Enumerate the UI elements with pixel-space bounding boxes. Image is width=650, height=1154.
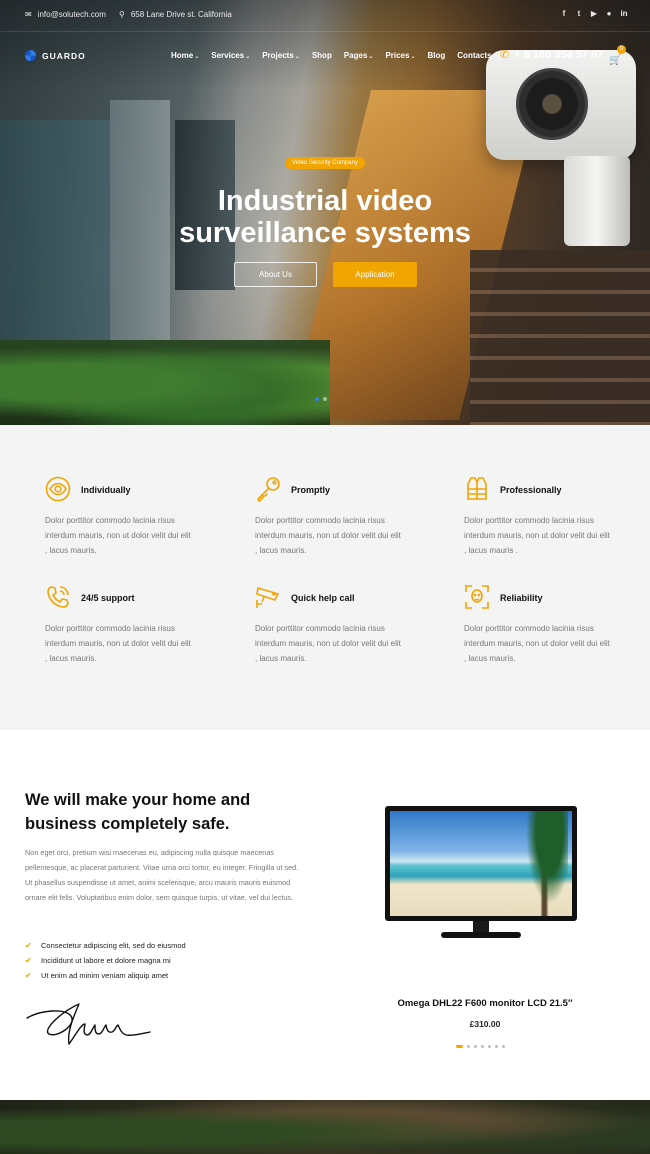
application-button[interactable]: Application [333,262,417,287]
site-logo[interactable]: GUARDO [25,50,86,61]
slider-dot[interactable] [456,1045,463,1048]
nav-item-prices[interactable]: Prices⌄ [385,51,415,60]
logo-icon [25,50,36,61]
features-section: Individually Dolor porttitor commodo lac… [0,425,650,730]
main-navbar: GUARDO Home⌄ Services⌄ Projects⌄ Shop Pa… [0,32,650,80]
slider-dot[interactable] [502,1045,505,1048]
cart-button[interactable]: 🛒 0 [609,45,626,68]
check-icon: ✔ [25,941,32,950]
hero-bg-plants [0,340,330,425]
cctv-camera-icon [255,584,281,610]
nav-item-projects[interactable]: Projects⌄ [262,51,300,60]
vest-icon [464,476,490,502]
address-info: ⚲ 658 Lane Drive st. California [119,10,232,19]
phone-icon: ✆ [500,49,510,61]
hero-tag: Video Security Company [285,157,365,169]
feature-text: Dolor porttitor commodo lacinia risus in… [255,624,401,663]
face-scan-icon [464,584,490,610]
nav-item-services[interactable]: Services⌄ [211,51,250,60]
github-icon[interactable]: ● [605,10,613,18]
product-name[interactable]: Omega DHL22 F600 monitor LCD 21.5″ [340,998,630,1009]
product-slider-dots [456,1045,505,1048]
location-pin-icon: ⚲ [119,10,125,19]
product-price: £310.00 [469,1019,501,1029]
key-icon [255,476,281,503]
social-links: f t ▶ ● in [560,10,628,18]
feature-text: Dolor porttitor commodo lacinia risus in… [45,516,191,555]
linkedin-icon[interactable]: in [620,10,628,18]
list-item: ✔ Consectetur adipiscing elit, sed do eiu… [25,941,186,950]
email-text: info@solutech.com [37,10,106,19]
signature-image [26,1003,151,1045]
slider-dot[interactable] [495,1045,498,1048]
hero-title: Industrial video surveillance systems [179,185,471,249]
logo-text: GUARDO [42,50,86,61]
eye-icon [45,476,71,502]
nav-item-home[interactable]: Home⌄ [171,51,199,60]
about-title: We will make your home and business comp… [25,791,251,833]
facebook-icon[interactable]: f [560,10,568,18]
chevron-down-icon: ⌄ [410,54,416,60]
hero-bg-stairs [470,250,650,425]
check-icon: ✔ [25,971,32,980]
about-us-button[interactable]: About Us [234,262,317,287]
slider-dot[interactable] [481,1045,484,1048]
check-list: ✔ Consectetur adipiscing elit, sed do eiu… [25,938,186,983]
phone-icon [45,584,71,610]
nav-item-pages[interactable]: Pages⌄ [344,51,374,60]
feature-title: Quick help call [291,593,355,603]
address-text: 658 Lane Drive st. California [130,10,232,19]
chevron-down-icon: ⌄ [368,54,374,60]
email-info[interactable]: ✉ info@solutech.com [25,10,106,19]
cart-count-badge: 0 [617,45,626,54]
cart-icon: 🛒 [609,55,622,66]
slider-dot[interactable] [467,1045,470,1048]
feature-text: Dolor porttitor commodo lacinia risus in… [464,624,610,663]
slider-dot[interactable] [323,397,327,401]
feature-text: Dolor porttitor commodo lacinia risus in… [45,624,191,663]
about-text: Non eget orci, pretium wisi maecenas eu,… [25,848,299,902]
list-item: ✔ Incididunt ut labore et dolore magna mi [25,956,171,965]
list-item: ✔ Ut enim ad minim veniam aliquip amet [25,971,169,980]
feature-title: 24/5 support [81,593,135,603]
chevron-down-icon: ⌄ [245,54,251,60]
nav-item-shop[interactable]: Shop [312,51,332,60]
chevron-down-icon: ⌄ [194,54,200,60]
nav-menu: Home⌄ Services⌄ Projects⌄ Shop Pages⌄ Pr… [171,51,504,60]
feature-title: Individually [81,485,131,495]
phone-number: + 8 100 354 57 87 [514,48,604,61]
top-info-bar: ✉ info@solutech.com ⚲ 658 Lane Drive st.… [0,0,650,32]
feature-text: Dolor porttitor commodo lacinia risus in… [464,516,610,555]
product-image[interactable] [385,806,577,946]
hero-section: ✉ info@solutech.com ⚲ 658 Lane Drive st.… [0,0,650,425]
check-icon: ✔ [25,956,32,965]
nav-item-contacts[interactable]: Contacts [457,51,491,60]
slider-dot[interactable] [474,1045,477,1048]
hero-slider-dots [315,397,327,401]
header-phone[interactable]: ✆ + 8 100 354 57 87 [500,48,604,62]
chevron-down-icon: ⌄ [294,54,300,60]
feature-title: Professionally [500,485,562,495]
mail-icon: ✉ [25,10,32,19]
feature-title: Reliability [500,593,543,603]
slider-dot[interactable] [488,1045,491,1048]
feature-title: Promptly [291,485,331,495]
slider-dot[interactable] [315,397,319,401]
next-section-background [0,1100,650,1154]
nav-item-blog[interactable]: Blog [428,51,446,60]
youtube-icon[interactable]: ▶ [590,10,598,18]
feature-text: Dolor porttitor commodo lacinia risus in… [255,516,401,555]
twitter-icon[interactable]: t [575,10,583,18]
